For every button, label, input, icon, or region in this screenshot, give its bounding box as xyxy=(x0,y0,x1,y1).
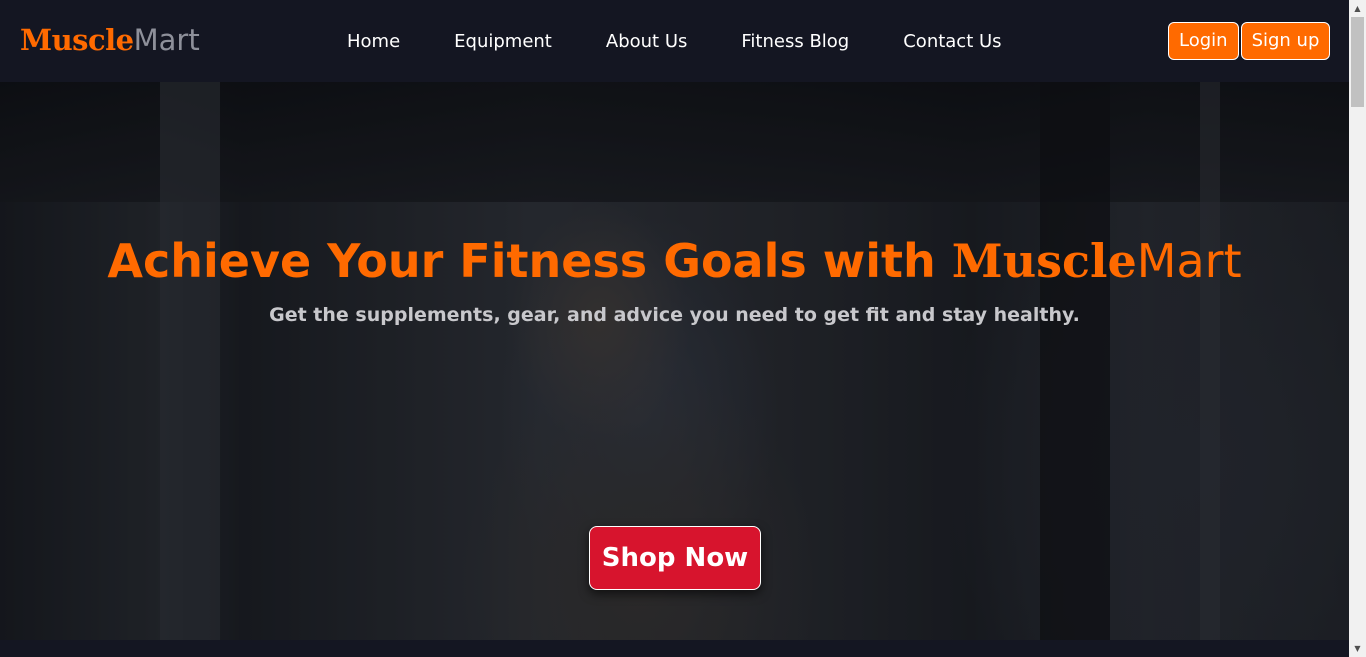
hero-subtitle: Get the supplements, gear, and advice yo… xyxy=(269,304,1080,326)
page-scrollbar[interactable]: ▲ ▼ xyxy=(1349,0,1366,657)
next-section-edge xyxy=(0,640,1349,657)
hero-section: Achieve Your Fitness Goals with MuscleMa… xyxy=(0,82,1349,640)
hero-title: Achieve Your Fitness Goals with MuscleMa… xyxy=(0,232,1349,290)
nav-links: Home Equipment About Us Fitness Blog Con… xyxy=(320,27,1029,57)
nav-equipment-link[interactable]: Equipment xyxy=(454,27,552,57)
hero-title-text: Achieve Your Fitness Goals with xyxy=(107,234,952,288)
hero-title-brand-muscle: Muscle xyxy=(951,234,1137,288)
scrollbar-thumb[interactable] xyxy=(1351,17,1364,107)
brand-logo[interactable]: MuscleMart xyxy=(20,22,200,59)
nav-contact-link[interactable]: Contact Us xyxy=(903,27,1001,57)
login-button[interactable]: Login xyxy=(1168,22,1239,60)
top-navbar: MuscleMart Home Equipment About Us Fitne… xyxy=(0,0,1349,82)
scroll-down-arrow-icon[interactable]: ▼ xyxy=(1349,640,1366,657)
signup-button[interactable]: Sign up xyxy=(1240,22,1331,60)
nav-home-link[interactable]: Home xyxy=(347,27,400,57)
logo-mart-text: Mart xyxy=(133,23,200,57)
logo-muscle-text: Muscle xyxy=(20,23,134,57)
nav-about-link[interactable]: About Us xyxy=(606,27,688,57)
scroll-up-arrow-icon[interactable]: ▲ xyxy=(1349,0,1366,17)
nav-blog-link[interactable]: Fitness Blog xyxy=(741,27,849,57)
shop-now-button[interactable]: Shop Now xyxy=(589,526,761,590)
hero-title-brand-mart: Mart xyxy=(1136,234,1242,288)
auth-buttons: Login Sign up xyxy=(1168,22,1331,60)
